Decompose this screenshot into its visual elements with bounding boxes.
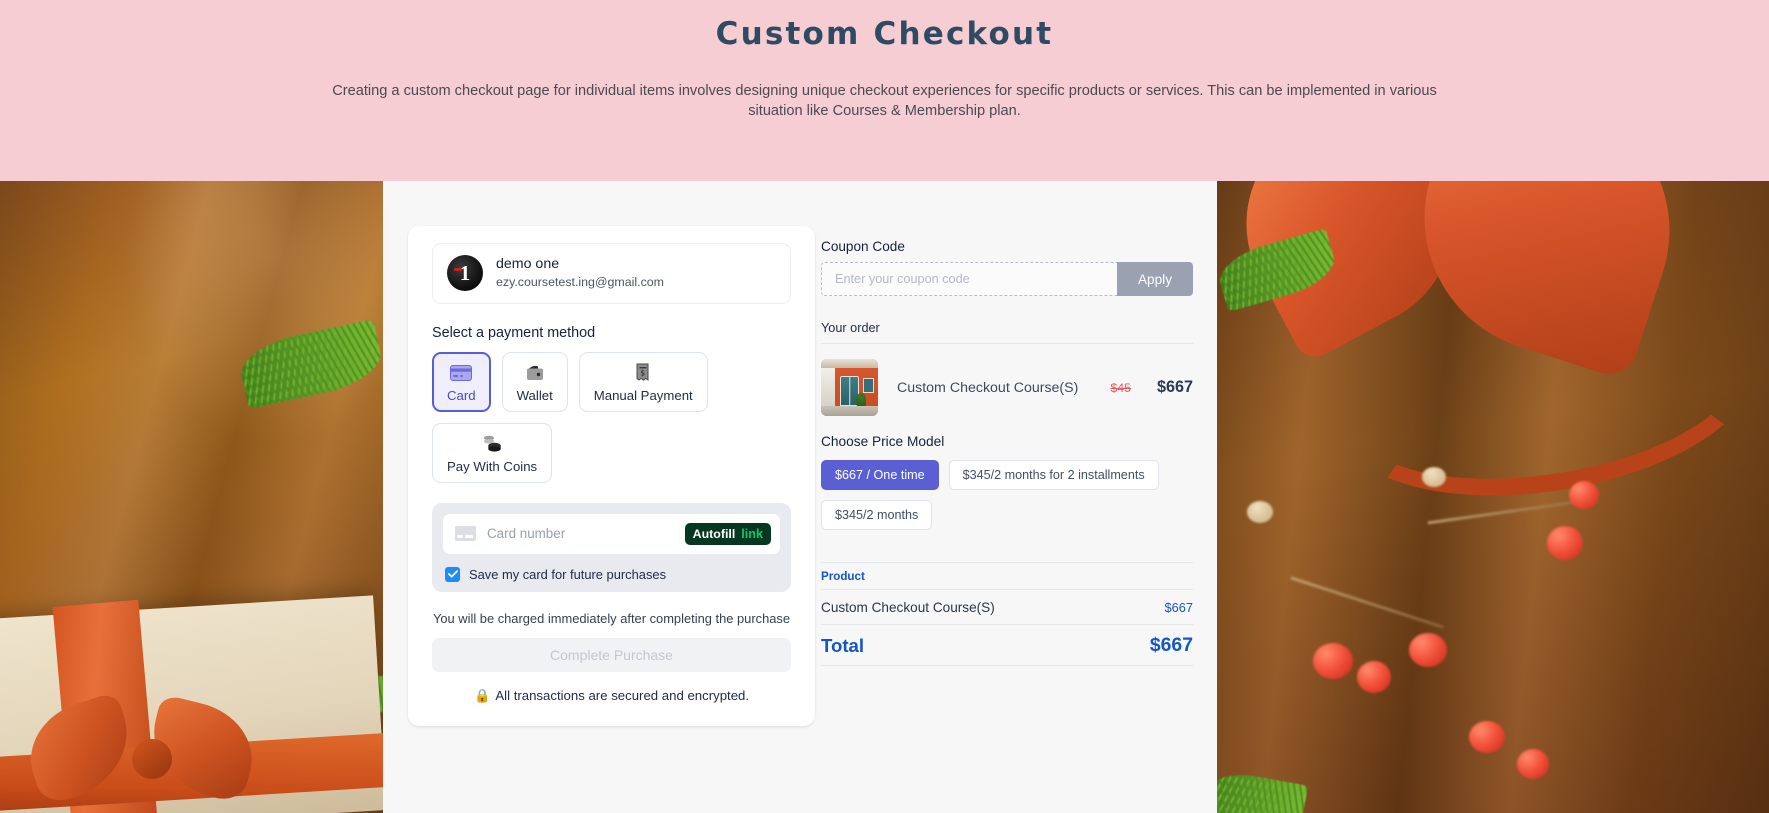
berry-bud xyxy=(1247,501,1273,523)
lock-icon: 🔒 xyxy=(473,687,491,703)
credit-card-icon xyxy=(447,362,476,384)
order-item-name: Custom Checkout Course(S) xyxy=(897,379,1079,396)
autofill-label: Autofill xyxy=(692,526,736,541)
order-item-original-price: $45 xyxy=(1110,380,1131,395)
save-card-label: Save my card for future purchases xyxy=(469,566,667,582)
payment-method-label: Card xyxy=(447,387,476,403)
price-model-label: Choose Price Model xyxy=(821,434,945,449)
user-profile-box: 1 demo one ezy.coursetest.ing@gmail.com xyxy=(432,243,791,304)
svg-text:$: $ xyxy=(641,368,646,377)
payment-method-label: Manual Payment xyxy=(593,387,693,403)
coupon-input[interactable]: Enter your coupon code xyxy=(821,262,1117,296)
price-model-option-months[interactable]: $345/2 months xyxy=(821,500,933,530)
berry xyxy=(1569,481,1599,509)
payment-method-list: Card Wallet $ Manual Payment Pay With Co… xyxy=(432,351,791,483)
checkout-page: Custom Checkout Creating a custom checko… xyxy=(0,0,1769,813)
coupon-label: Coupon Code xyxy=(821,239,905,254)
summary-row: Custom Checkout Course(S) $667 xyxy=(821,590,1193,624)
order-summary: Coupon Code Enter your coupon code Apply… xyxy=(821,239,1193,666)
user-name: demo one xyxy=(496,256,560,272)
apply-coupon-button[interactable]: Apply xyxy=(1117,262,1193,296)
charge-note: You will be charged immediately after co… xyxy=(432,610,791,626)
user-email: ezy.coursetest.ing@gmail.com xyxy=(496,275,664,290)
security-note-text: All transactions are secured and encrypt… xyxy=(495,687,750,703)
security-note: 🔒 All transactions are secured and encryp… xyxy=(432,688,791,704)
background-image-left xyxy=(0,181,383,813)
payment-card: 1 demo one ezy.coursetest.ing@gmail.com … xyxy=(408,226,815,726)
berry-bud xyxy=(1422,467,1446,487)
order-item-price: $667 xyxy=(1156,378,1193,396)
save-card-checkbox[interactable] xyxy=(445,566,460,582)
payment-method-card[interactable]: Card xyxy=(432,351,491,412)
wallet-icon xyxy=(517,362,553,384)
link-brand-label: link xyxy=(741,526,763,541)
checkout-surface: 1 demo one ezy.coursetest.ing@gmail.com … xyxy=(383,181,1217,813)
total-value: $667 xyxy=(1149,634,1193,656)
payment-method-wallet[interactable]: Wallet xyxy=(501,351,568,412)
berry xyxy=(1357,661,1391,693)
save-card-row[interactable]: Save my card for future purchases xyxy=(443,566,780,582)
berry xyxy=(1517,749,1549,779)
autofill-link-button[interactable]: Autofill link xyxy=(684,522,771,545)
summary-row-value: $667 xyxy=(1164,600,1193,615)
payment-method-coins[interactable]: Pay With Coins xyxy=(432,422,553,483)
payment-method-manual[interactable]: $ Manual Payment xyxy=(578,351,708,412)
page-title: Custom Checkout xyxy=(715,16,1054,52)
summary-total-row: Total $667 xyxy=(821,625,1193,665)
card-number-field[interactable]: Card number Autofill link xyxy=(443,513,780,554)
credit-card-icon xyxy=(455,526,476,542)
payment-method-label: Pay With Coins xyxy=(447,458,538,474)
order-item-row: Custom Checkout Course(S) $45 $667 xyxy=(821,344,1193,428)
avatar: 1 xyxy=(447,255,483,292)
gift-bow-knot xyxy=(132,739,172,779)
price-model-option-one-time[interactable]: $667 / One time xyxy=(821,460,939,490)
product-thumbnail xyxy=(821,359,878,416)
coins-icon xyxy=(447,433,537,455)
summary-row-name: Custom Checkout Course(S) xyxy=(821,600,995,615)
price-model-list: $667 / One time $345/2 months for 2 inst… xyxy=(821,460,1193,530)
background-image-right xyxy=(1217,181,1769,813)
receipt-icon: $ xyxy=(594,362,693,384)
summary-table: Product Custom Checkout Course(S) $667 T… xyxy=(821,562,1193,666)
berry xyxy=(1313,643,1353,679)
divider xyxy=(821,665,1193,666)
total-label: Total xyxy=(821,634,865,656)
price-model-option-installments[interactable]: $345/2 months for 2 installments xyxy=(948,460,1159,490)
complete-purchase-button[interactable]: Complete Purchase xyxy=(432,637,791,672)
card-details-panel: Card number Autofill link Save my card f… xyxy=(432,502,791,592)
coupon-row: Enter your coupon code Apply xyxy=(821,262,1193,296)
berry xyxy=(1409,633,1447,667)
order-heading: Your order xyxy=(821,321,880,335)
page-hero: Custom Checkout Creating a custom checko… xyxy=(0,0,1769,181)
page-description: Creating a custom checkout page for indi… xyxy=(332,83,1437,119)
berry xyxy=(1547,526,1583,560)
card-number-placeholder: Card number xyxy=(487,526,566,542)
berry xyxy=(1469,721,1505,753)
summary-column-header: Product xyxy=(821,570,865,583)
payment-method-heading: Select a payment method xyxy=(432,324,596,341)
payment-method-label: Wallet xyxy=(516,387,553,403)
